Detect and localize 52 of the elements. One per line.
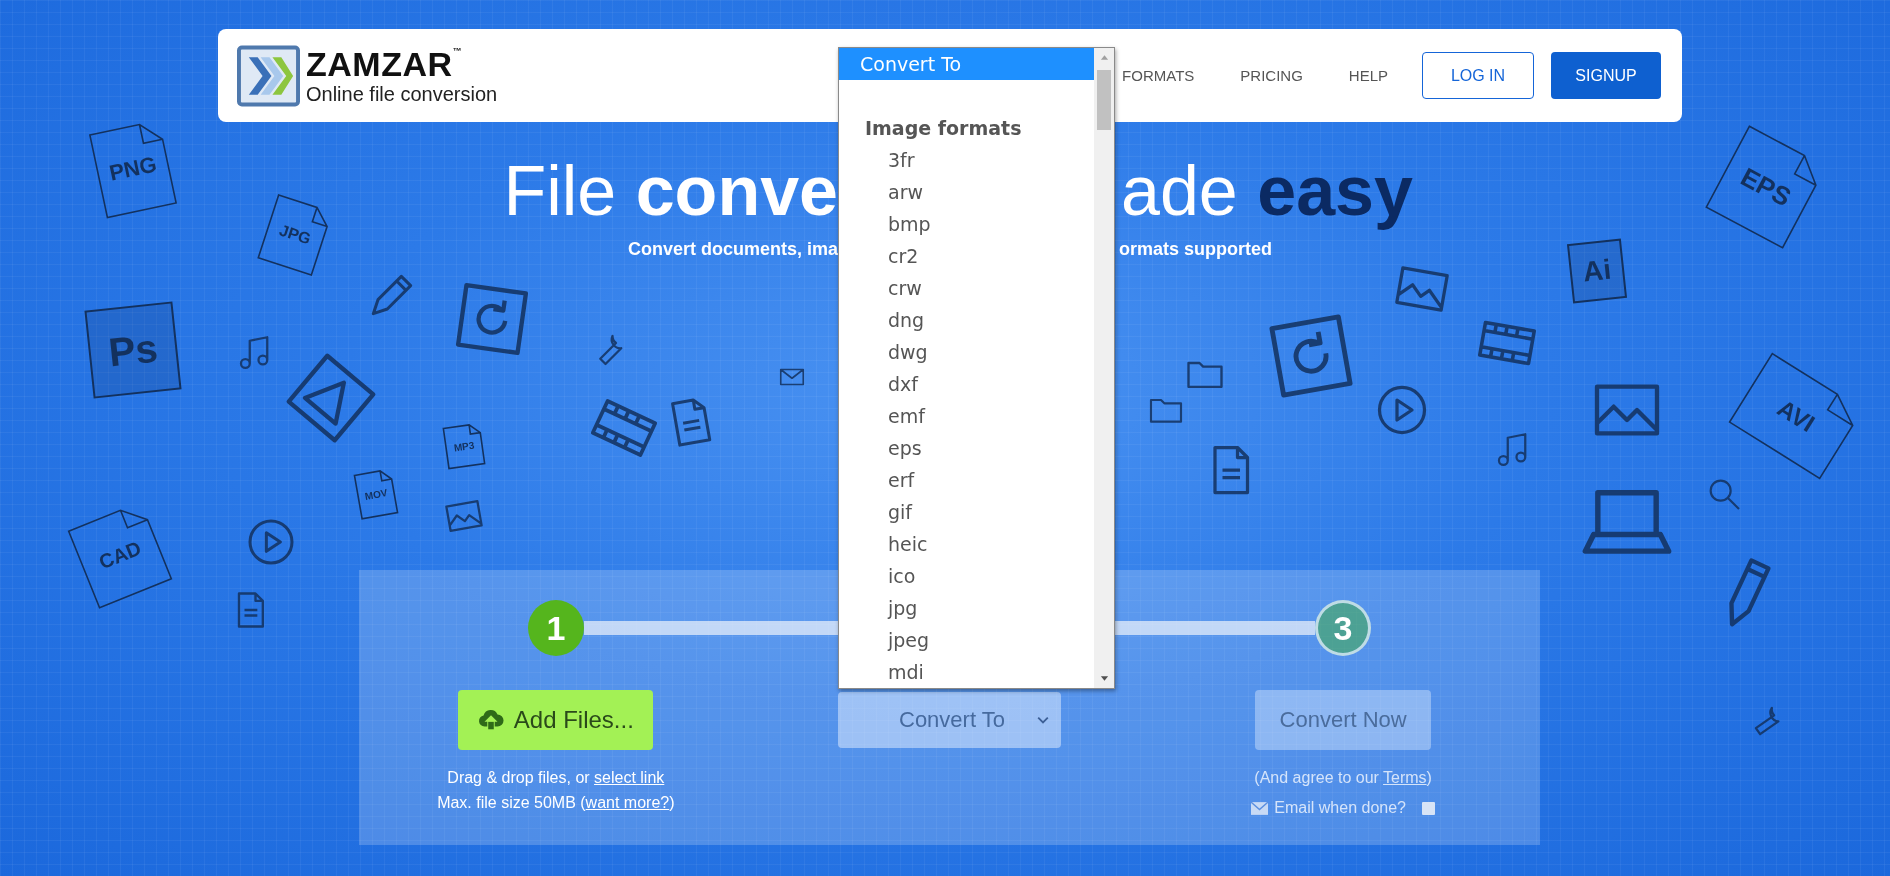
dropdown-option[interactable]: ico	[839, 560, 1094, 592]
file-doodle: PNG	[85, 115, 181, 223]
terms-note: (And agree to our Terms)	[1254, 768, 1432, 788]
file-doodle: MP3	[441, 421, 487, 471]
file-doodle: Ai	[1564, 236, 1630, 306]
scroll-thumb[interactable]	[1097, 70, 1111, 130]
dropdown-option[interactable]: eps	[839, 432, 1094, 464]
dropdown-option[interactable]: erf	[839, 464, 1094, 496]
file-doodle: MOV	[352, 466, 400, 522]
dropdown-option[interactable]: heic	[839, 528, 1094, 560]
dropdown-option[interactable]: 3fr	[839, 144, 1094, 176]
brand-name: ZAMZAR$^{™}$	[306, 47, 464, 81]
dropdown-option[interactable]: jpeg	[839, 624, 1094, 656]
dropdown-option[interactable]: arw	[839, 176, 1094, 208]
dropdown-option[interactable]: dwg	[839, 336, 1094, 368]
file-doodle: AVI	[1722, 347, 1870, 485]
dropdown-option[interactable]: cr2	[839, 240, 1094, 272]
dropdown-option[interactable]: dxf	[839, 368, 1094, 400]
subheadline: ormats supported	[1118, 238, 1273, 261]
file-size-hint: Max. file size 50MB (want more?)	[437, 793, 675, 813]
dropdown-option[interactable]: bmp	[839, 208, 1094, 240]
file-doodle: CAD	[63, 497, 177, 613]
logo-icon	[237, 44, 300, 107]
file-doodle: JPG	[254, 191, 336, 279]
cloud-upload-icon	[477, 708, 504, 732]
scroll-up-icon[interactable]	[1099, 54, 1109, 60]
caret-icon	[1037, 716, 1049, 724]
tagline: Online file conversion	[306, 84, 498, 104]
nav-link[interactable]: HELP	[1348, 67, 1388, 84]
subheadline: Convert documents, ima	[627, 238, 838, 261]
login-button[interactable]: LOG IN	[1422, 52, 1534, 99]
signup-button[interactable]: SIGNUP	[1551, 52, 1661, 99]
headline: ade easy	[1120, 151, 1413, 231]
file-doodle: EPS	[1700, 120, 1832, 254]
envelope-icon	[1251, 801, 1269, 815]
drag-drop-hint: Drag & drop files, or select link	[447, 768, 665, 788]
step-circle: 1	[528, 600, 584, 656]
dropdown-option[interactable]: dng	[839, 304, 1094, 336]
headline: File conve	[503, 151, 838, 231]
step-circle: 3	[1315, 600, 1371, 656]
option-group-label: Image formats	[864, 116, 1023, 141]
dropdown-option[interactable]: gif	[839, 496, 1094, 528]
dropdown-option[interactable]: jpg	[839, 592, 1094, 624]
email-label: Email when done?	[1274, 799, 1406, 817]
email-checkbox[interactable]	[1421, 801, 1435, 815]
add-files-button[interactable]: Add Files...	[458, 690, 654, 750]
dropdown-option[interactable]: emf	[839, 400, 1094, 432]
dropdown-option[interactable]: crw	[839, 272, 1094, 304]
nav-link[interactable]: PRICING	[1240, 67, 1303, 84]
scroll-down-icon[interactable]	[1099, 676, 1109, 682]
nav-link[interactable]: FORMATS	[1122, 67, 1195, 84]
dropdown-option[interactable]: mdi	[839, 656, 1094, 688]
